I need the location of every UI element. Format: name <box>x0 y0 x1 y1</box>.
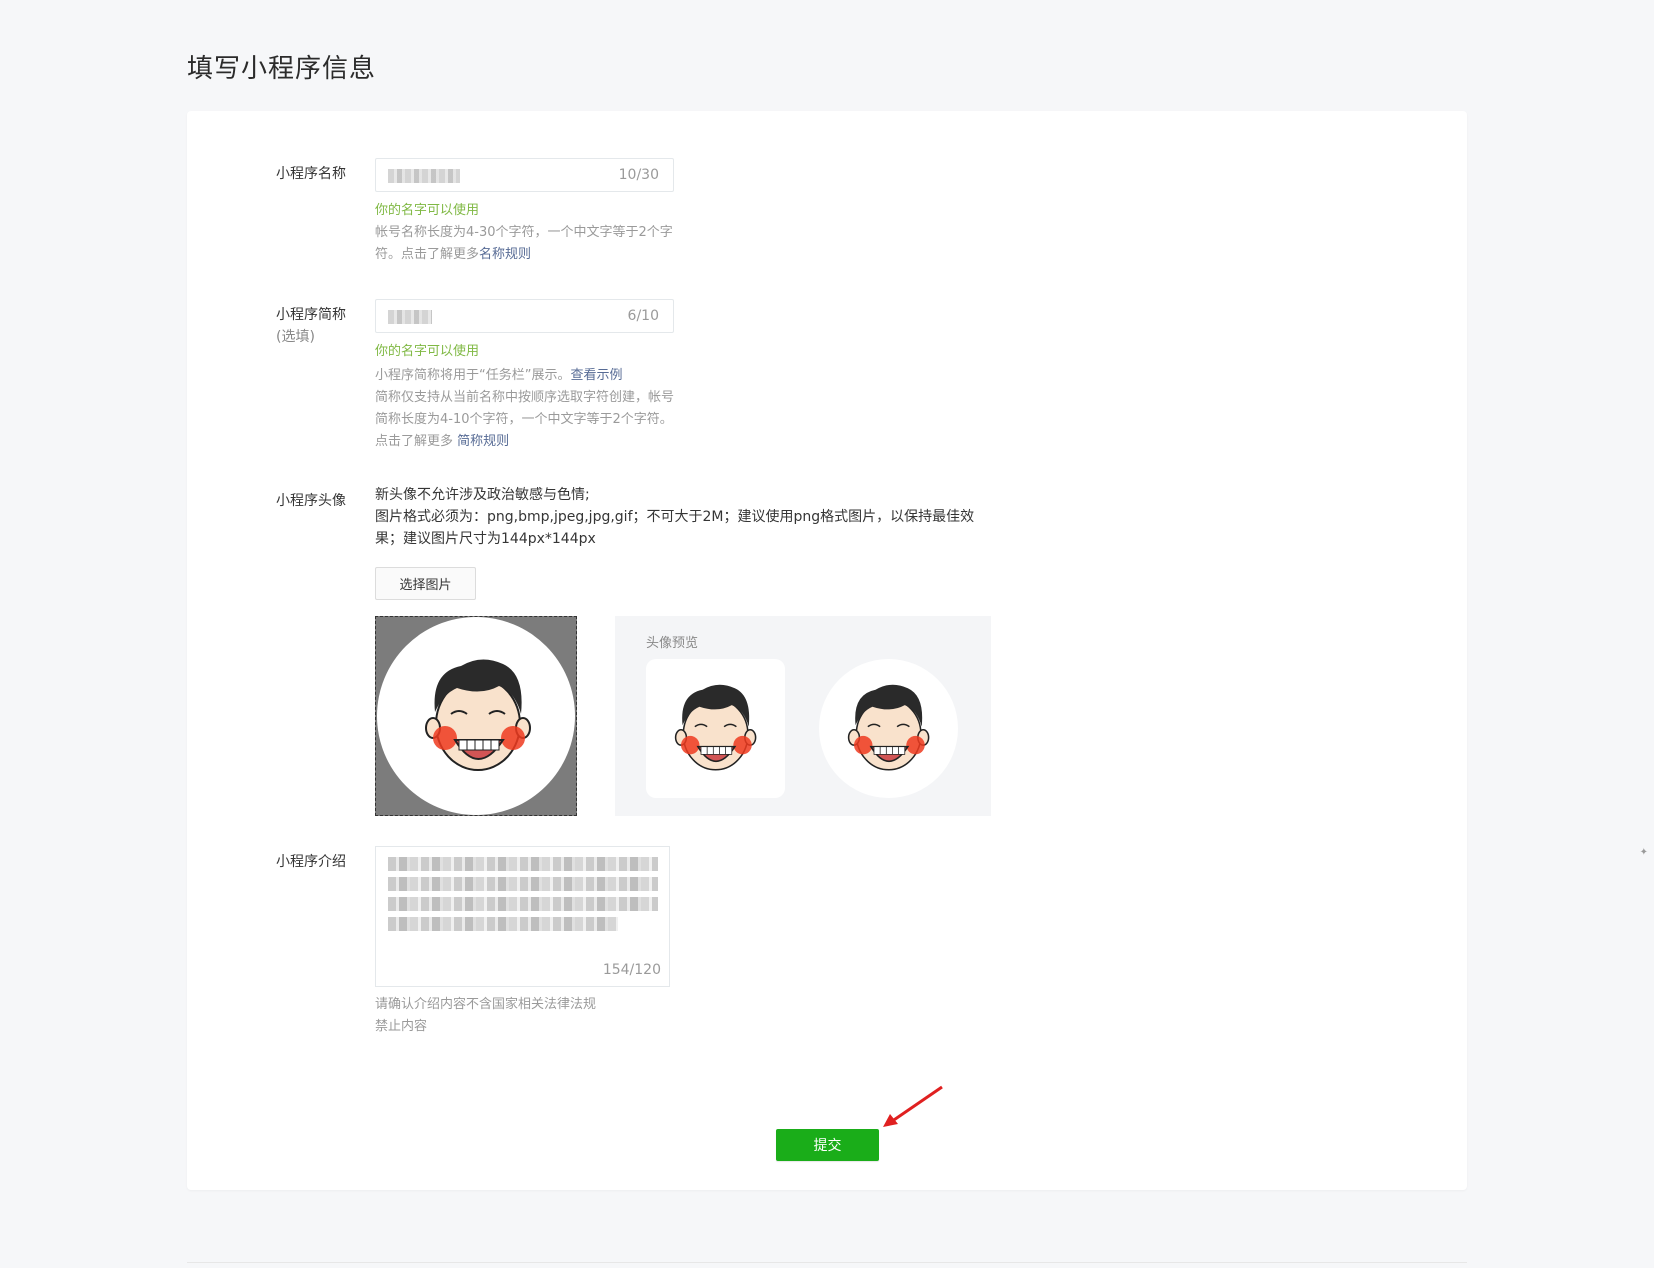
avatar-cartoon-face-large <box>425 659 531 771</box>
short-name-tip-body: 简称仅支持从当前名称中按顺序选取字符创建，帐号简称长度为4-10个字符，一个中文… <box>375 390 675 449</box>
avatar-cartoon-face-circle <box>847 684 930 771</box>
pin-icon[interactable]: ✦ <box>1640 847 1648 858</box>
intro-text-blurred-line <box>388 857 658 871</box>
submit-button[interactable]: 提交 <box>776 1129 879 1161</box>
avatar-label: 小程序头像 <box>276 493 346 509</box>
short-name-tip: 小程序简称将用于“任务栏”展示。查看示例 简称仅支持从当前名称中按顺序选取字符创… <box>375 365 675 453</box>
name-rules-link[interactable]: 名称规则 <box>479 247 531 262</box>
avatar-preview-panel: 头像预览 <box>615 616 991 816</box>
page-title: 填写小程序信息 <box>187 54 377 84</box>
avatar-cartoon-face-square <box>674 684 757 771</box>
avatar-preview-square <box>646 659 785 798</box>
intro-text-blurred-line <box>388 877 658 891</box>
avatar-crop-area[interactable] <box>375 616 577 816</box>
short-name-input-value-blurred <box>388 310 432 324</box>
intro-tip-line2: 禁止内容 <box>375 1019 428 1034</box>
intro-textarea[interactable]: 154/120 <box>375 846 670 987</box>
intro-label: 小程序介绍 <box>276 854 346 870</box>
name-input-value-blurred <box>388 169 460 183</box>
name-counter: 10/30 <box>618 167 659 183</box>
avatar-preview-title: 头像预览 <box>646 636 699 651</box>
short-name-rules-link[interactable]: 简称规则 <box>457 434 509 449</box>
short-name-input[interactable]: 6/10 <box>375 299 674 333</box>
view-example-link[interactable]: 查看示例 <box>570 368 622 383</box>
short-name-label: 小程序简称 (选填) <box>276 304 346 348</box>
short-name-counter: 6/10 <box>627 308 659 324</box>
short-name-optional: (选填) <box>276 329 315 345</box>
short-name-ok-message: 你的名字可以使用 <box>375 344 480 359</box>
choose-image-button[interactable]: 选择图片 <box>375 567 476 600</box>
intro-counter: 154/120 <box>602 962 661 978</box>
name-tip: 帐号名称长度为4-30个字符，一个中文字等于2个字符。点击了解更多名称规则 <box>375 222 675 266</box>
avatar-description: 新头像不允许涉及政治敏感与色情; 图片格式必须为：png,bmp,jpeg,jp… <box>375 484 975 550</box>
avatar-preview-circle <box>819 659 958 798</box>
bottom-divider <box>187 1262 1467 1263</box>
avatar-desc-line2: 图片格式必须为：png,bmp,jpeg,jpg,gif；不可大于2M；建议使用… <box>375 509 975 547</box>
name-label: 小程序名称 <box>276 166 346 182</box>
intro-tip-line1: 请确认介绍内容不含国家相关法律法规 <box>375 997 597 1012</box>
short-name-tip-line1: 小程序简称将用于“任务栏”展示。 <box>375 368 571 383</box>
short-name-label-text: 小程序简称 <box>276 307 346 323</box>
name-ok-message: 你的名字可以使用 <box>375 203 480 218</box>
intro-tip: 请确认介绍内容不含国家相关法律法规 禁止内容 <box>375 994 675 1038</box>
annotation-arrow-icon <box>883 1085 943 1127</box>
intro-text-blurred-line <box>388 917 618 931</box>
intro-text-blurred-line <box>388 897 658 911</box>
name-input[interactable]: 10/30 <box>375 158 674 192</box>
avatar-desc-line1: 新头像不允许涉及政治敏感与色情; <box>375 487 590 503</box>
